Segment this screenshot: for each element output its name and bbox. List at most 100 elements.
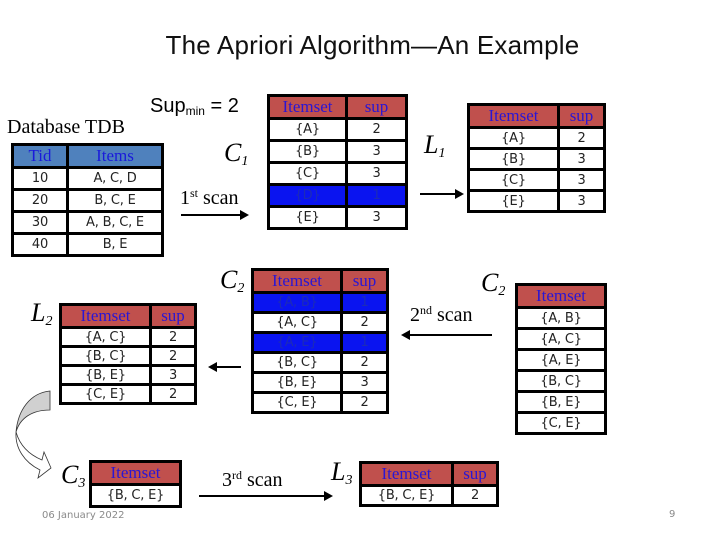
- table-row: {B} 3: [467, 147, 606, 171]
- l1-label-sub: 1: [438, 146, 446, 161]
- sup-cell: 2: [340, 351, 389, 374]
- table-row: {A, C} 2: [59, 326, 197, 348]
- l3-label: L3: [331, 457, 352, 489]
- database-title: Database TDB: [7, 116, 125, 138]
- scan-word: scan: [203, 187, 239, 209]
- sup-cell: 2: [149, 383, 197, 405]
- support-sub: min: [185, 104, 205, 118]
- itemset-cell: {A, C}: [59, 326, 152, 348]
- column-header-sup: sup: [451, 461, 499, 487]
- table-row: {A, B}: [515, 306, 607, 330]
- column-header-itemset: Itemset: [515, 283, 607, 309]
- table-row: {B, C} 2: [251, 351, 389, 374]
- itemset-cell: {E}: [467, 189, 560, 213]
- scan-number: 1: [180, 187, 190, 209]
- sup-cell: 3: [340, 371, 389, 394]
- table-row: {C, E} 2: [59, 383, 197, 405]
- itemset-cell: {C}: [267, 161, 348, 186]
- sup-cell: 2: [557, 126, 606, 150]
- itemset-cell: {C, E}: [251, 391, 343, 414]
- table-row: {B, E}: [515, 390, 607, 414]
- table-row: {A} 2: [267, 117, 408, 142]
- tid-cell: 30: [11, 210, 69, 235]
- column-header-tid: Tid: [11, 143, 69, 169]
- table-row: {A, E}: [515, 348, 607, 372]
- sup-cell: 2: [340, 311, 389, 334]
- sup-cell: 3: [149, 364, 197, 386]
- third-scan-arrow: [199, 491, 333, 501]
- c3-label-sub: 3: [78, 476, 86, 491]
- support-threshold: Supmin = 2: [150, 95, 239, 118]
- scan-suffix: rd: [232, 468, 242, 482]
- table-row: {C, E}: [515, 411, 607, 435]
- itemset-cell: {B, C}: [251, 351, 343, 374]
- itemset-cell: {A}: [467, 126, 560, 150]
- sup-cell: 3: [345, 205, 408, 230]
- items-cell: B, C, E: [66, 188, 164, 213]
- sup-cell: 1: [340, 331, 389, 354]
- slide-title: The Apriori Algorithm—An Example: [165, 30, 580, 60]
- c2-candidates-label: C2: [481, 268, 505, 300]
- column-header-items: Items: [66, 143, 164, 169]
- itemset-cell: {A, E}: [251, 331, 343, 354]
- itemset-cell: {B}: [267, 139, 348, 164]
- c2-candidates-table: Itemset {A, B} {A, C} {A, E} {B, C} {B, …: [515, 283, 607, 435]
- support-label: Sup: [150, 95, 186, 117]
- page-number: 9: [669, 509, 676, 520]
- pruned-table-row: {A, E} 1: [251, 331, 389, 354]
- itemset-cell: {B, C}: [59, 345, 152, 367]
- items-cell: A, B, C, E: [66, 210, 164, 235]
- table-row: {A, C} 2: [251, 311, 389, 334]
- l3-label-sub: 3: [345, 473, 353, 488]
- itemset-cell: {B}: [467, 147, 560, 171]
- l1-label: L1: [424, 130, 445, 162]
- itemset-cell: {B, E}: [251, 371, 343, 394]
- c3-label-main: C: [61, 460, 79, 489]
- itemset-cell: {A, B}: [515, 306, 607, 330]
- c1-label-main: C: [224, 138, 242, 167]
- l2-arrow: [208, 362, 241, 372]
- pruned-table-row: {D} 1: [267, 183, 408, 208]
- pruned-table-row: {A, B} 1: [251, 291, 389, 314]
- itemset-cell: {C, E}: [59, 383, 152, 405]
- scan-suffix: nd: [420, 303, 432, 317]
- itemset-cell: {C}: [467, 168, 560, 192]
- table-row: {B, C, E} 2: [359, 484, 499, 507]
- scan-word: scan: [247, 469, 283, 491]
- sup-cell: 2: [149, 345, 197, 367]
- first-scan-arrow: [181, 210, 249, 220]
- support-value: = 2: [210, 95, 239, 117]
- itemset-cell: {A, C}: [251, 311, 343, 334]
- l1-table: Itemset sup {A} 2 {B} 3 {C} 3 {E} 3: [467, 103, 606, 213]
- itemset-cell: {A, B}: [251, 291, 343, 314]
- second-scan-label: 2nd scan: [410, 303, 473, 327]
- table-row: {B} 3: [267, 139, 408, 164]
- column-header-itemset: Itemset: [267, 94, 348, 120]
- itemset-cell: {B, C, E}: [89, 483, 182, 508]
- sup-cell: 3: [345, 161, 408, 186]
- c2-label-main: C: [220, 265, 238, 294]
- table-row: {B, C, E}: [89, 483, 182, 508]
- itemset-cell: {A, C}: [515, 327, 607, 351]
- table-row: {B, E} 3: [59, 364, 197, 386]
- l2-label-main: L: [31, 298, 46, 327]
- column-header-sup: sup: [340, 268, 389, 294]
- scan-suffix: st: [190, 186, 199, 200]
- column-header-sup: sup: [557, 103, 606, 129]
- tid-cell: 40: [11, 232, 69, 257]
- itemset-cell: {C, E}: [515, 411, 607, 435]
- table-row: {C} 3: [267, 161, 408, 186]
- tid-cell: 20: [11, 188, 69, 213]
- c1-label: C1: [224, 138, 248, 170]
- database-table: Tid Items 10 A, C, D 20 B, C, E 30 A, B,…: [11, 143, 164, 257]
- itemset-cell: {B, E}: [59, 364, 152, 386]
- sup-cell: 2: [345, 117, 408, 142]
- itemset-cell: {A}: [267, 117, 348, 142]
- c2-label-sub: 2: [237, 281, 245, 296]
- l2-table: Itemset sup {A, C} 2 {B, C} 2 {B, E} 3 {…: [59, 303, 197, 405]
- c1-table: Itemset sup {A} 2 {B} 3 {C} 3 {D} 1 {E} …: [267, 94, 408, 230]
- table-row: {C} 3: [467, 168, 606, 192]
- table-row: {C, E} 2: [251, 391, 389, 414]
- column-header-itemset: Itemset: [251, 268, 343, 294]
- first-scan-label: 1st scan: [180, 186, 239, 210]
